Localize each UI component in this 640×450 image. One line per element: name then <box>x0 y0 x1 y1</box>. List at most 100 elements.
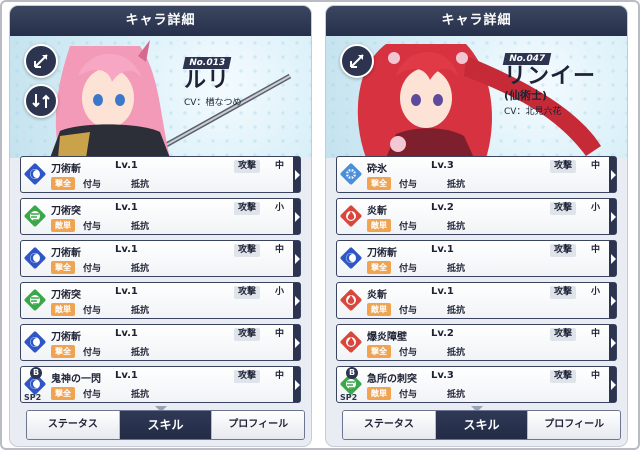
skill-type: 攻撃 <box>233 328 260 341</box>
skill-icon-glyph <box>30 337 40 347</box>
effect-apply: 付与 <box>83 264 102 274</box>
skill-row[interactable]: 刀術斬 Lv.1 攻撃 中 撃全 付与 抵抗 <box>20 240 301 277</box>
sp-rank: B <box>346 367 358 379</box>
effect-resist: 抵抗 <box>131 348 150 358</box>
skill-power: 中 <box>590 161 600 171</box>
tab-profile[interactable]: プロフィール <box>528 411 620 439</box>
character-info: No.047 リンイー (仙術士) CV：北見六花 <box>502 46 596 117</box>
skill-type: 攻撃 <box>549 202 576 215</box>
skill-name: 刀術突 <box>51 206 81 217</box>
skill-icon-glyph <box>346 253 356 263</box>
target-badge: 撃全 <box>51 345 75 358</box>
expand-button[interactable] <box>24 44 58 78</box>
skill-row[interactable]: 炎斬 Lv.1 攻撃 小 敵単 付与 抵抗 <box>336 282 617 319</box>
effect-resist: 抵抗 <box>131 264 150 274</box>
target-badge: 敵単 <box>367 387 391 400</box>
tab-status[interactable]: ステータス <box>343 411 436 439</box>
target-badge: 撃全 <box>51 387 75 400</box>
character-name: ルリ <box>184 68 231 93</box>
effect-apply: 付与 <box>83 390 102 400</box>
effect-apply: 付与 <box>399 222 418 232</box>
skill-level: Lv.1 <box>115 370 138 381</box>
tab-skill[interactable]: スキル <box>435 411 529 439</box>
expand-arrows-icon <box>34 54 48 68</box>
skill-icon-glyph <box>346 295 356 305</box>
skill-name: 爆炎障壁 <box>367 332 407 343</box>
skill-name: 刀術斬 <box>51 248 81 259</box>
chevron-right-icon <box>611 296 616 306</box>
skill-power: 小 <box>590 287 600 297</box>
target-badge: 敵単 <box>51 303 75 316</box>
blue-crescent-icon <box>23 162 47 186</box>
skill-row[interactable]: 刀術斬 Lv.1 攻撃 中 撃全 付与 抵抗 <box>20 324 301 361</box>
effect-apply: 付与 <box>399 348 418 358</box>
flame-icon <box>339 204 363 228</box>
chevron-right-icon <box>295 254 300 264</box>
skill-name: 炎斬 <box>367 206 387 217</box>
chevron-right-icon <box>611 170 616 180</box>
voice-actor: CV：北見六花 <box>504 107 562 117</box>
skill-row[interactable]: 刀術斬 Lv.1 攻撃 中 撃全 付与 抵抗 <box>336 240 617 277</box>
effect-resist: 抵抗 <box>447 348 466 358</box>
skill-icon-glyph <box>30 295 40 305</box>
skill-row[interactable]: 刀術突 Lv.1 攻撃 小 敵単 付与 抵抗 <box>20 282 301 319</box>
skill-power: 小 <box>590 203 600 213</box>
chevron-right-icon <box>295 212 300 222</box>
sp-badge: B SP2 <box>340 367 362 402</box>
effect-apply: 付与 <box>83 180 102 190</box>
tab-profile[interactable]: プロフィール <box>212 411 304 439</box>
blue-crescent-icon <box>23 246 47 270</box>
flame-icon <box>339 330 363 354</box>
tab-skill[interactable]: スキル <box>119 411 213 439</box>
effect-resist: 抵抗 <box>447 180 466 190</box>
effect-resist: 抵抗 <box>447 222 466 232</box>
green-wind-icon <box>23 288 47 312</box>
effect-apply: 付与 <box>399 264 418 274</box>
skill-list[interactable]: 刀術斬 Lv.1 攻撃 中 撃全 付与 抵抗 刀術突 Lv.1 攻撃 小 敵単 … <box>10 152 311 406</box>
skill-row[interactable]: 砕氷 Lv.3 攻撃 中 撃全 付与 抵抗 <box>336 156 617 193</box>
skill-power: 中 <box>274 245 284 255</box>
skill-list[interactable]: 砕氷 Lv.3 攻撃 中 撃全 付与 抵抗 炎斬 Lv.2 攻撃 小 敵単 付与… <box>326 152 627 406</box>
skill-level: Lv.1 <box>115 202 138 213</box>
skill-row[interactable]: B SP2 急所の刺突 Lv.3 攻撃 中 敵単 付与 抵抗 <box>336 366 617 403</box>
skill-icon-glyph <box>30 169 40 179</box>
sp-badge: B SP2 <box>24 367 46 402</box>
tab-status[interactable]: ステータス <box>27 411 120 439</box>
blue-crescent-icon <box>23 330 47 354</box>
skill-row[interactable]: 爆炎障壁 Lv.2 攻撃 中 撃全 付与 抵抗 <box>336 324 617 361</box>
swap-button[interactable] <box>24 84 58 118</box>
skill-level: Lv.2 <box>431 202 454 213</box>
skill-row[interactable]: 刀術斬 Lv.1 攻撃 中 撃全 付与 抵抗 <box>20 156 301 193</box>
skill-name: 鬼神の一閃 <box>51 374 101 385</box>
chevron-right-icon <box>295 170 300 180</box>
ice-crystal-icon <box>339 162 363 186</box>
chevron-right-icon <box>295 338 300 348</box>
expand-button[interactable] <box>340 44 374 78</box>
skill-row[interactable]: B SP2 鬼神の一閃 Lv.1 攻撃 中 撃全 付与 抵抗 <box>20 366 301 403</box>
character-art-ruri <box>50 40 292 158</box>
skill-icon-glyph <box>346 169 356 179</box>
skill-type: 攻撃 <box>549 370 576 383</box>
skill-icon-glyph <box>30 211 40 221</box>
skill-icon-glyph <box>346 211 356 221</box>
effect-apply: 付与 <box>399 306 418 316</box>
flame-icon <box>339 288 363 312</box>
skill-type: 攻撃 <box>233 244 260 257</box>
effect-apply: 付与 <box>399 390 418 400</box>
chevron-right-icon <box>611 338 616 348</box>
panel-title: キャラ詳細 <box>326 6 627 36</box>
skill-level: Lv.1 <box>115 286 138 297</box>
effect-apply: 付与 <box>83 222 102 232</box>
skill-power: 中 <box>590 371 600 381</box>
skill-name: 刀術斬 <box>367 248 397 259</box>
skill-row[interactable]: 炎斬 Lv.2 攻撃 小 敵単 付与 抵抗 <box>336 198 617 235</box>
green-wind-icon <box>23 204 47 228</box>
skill-level: Lv.1 <box>115 328 138 339</box>
skill-type: 攻撃 <box>549 328 576 341</box>
detail-tabs: ステータス スキル プロフィール <box>26 410 305 440</box>
skill-type: 攻撃 <box>233 370 260 383</box>
skill-row[interactable]: 刀術突 Lv.1 攻撃 小 敵単 付与 抵抗 <box>20 198 301 235</box>
chevron-right-icon <box>611 254 616 264</box>
effect-apply: 付与 <box>399 180 418 190</box>
skill-level: Lv.3 <box>431 160 454 171</box>
